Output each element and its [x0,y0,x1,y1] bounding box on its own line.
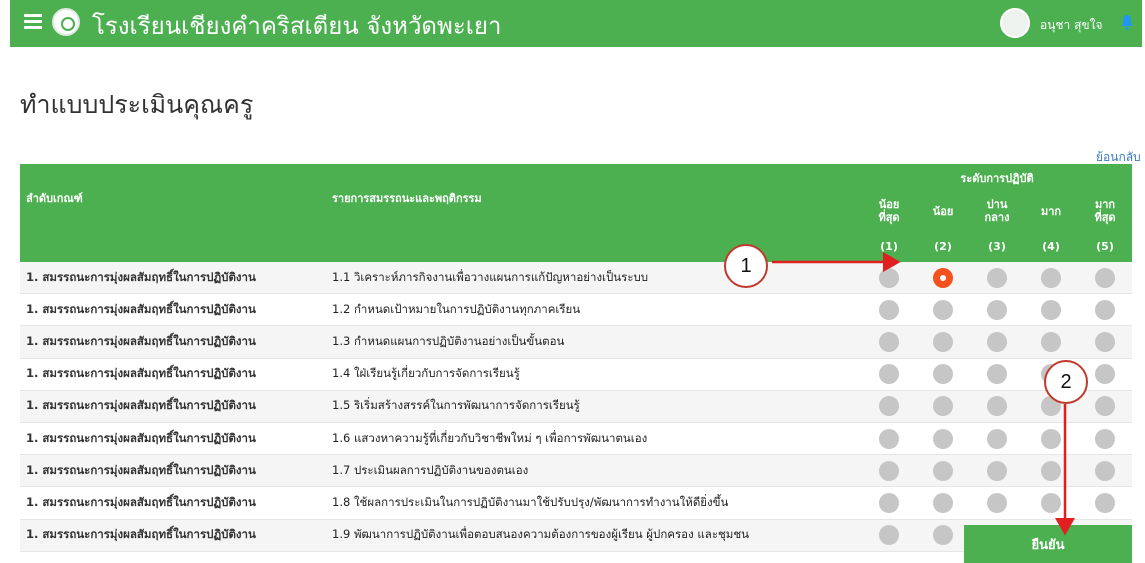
callout-2: 2 [1044,360,1088,404]
annotation-arrows [772,252,1075,536]
callout-1: 1 [724,244,768,288]
